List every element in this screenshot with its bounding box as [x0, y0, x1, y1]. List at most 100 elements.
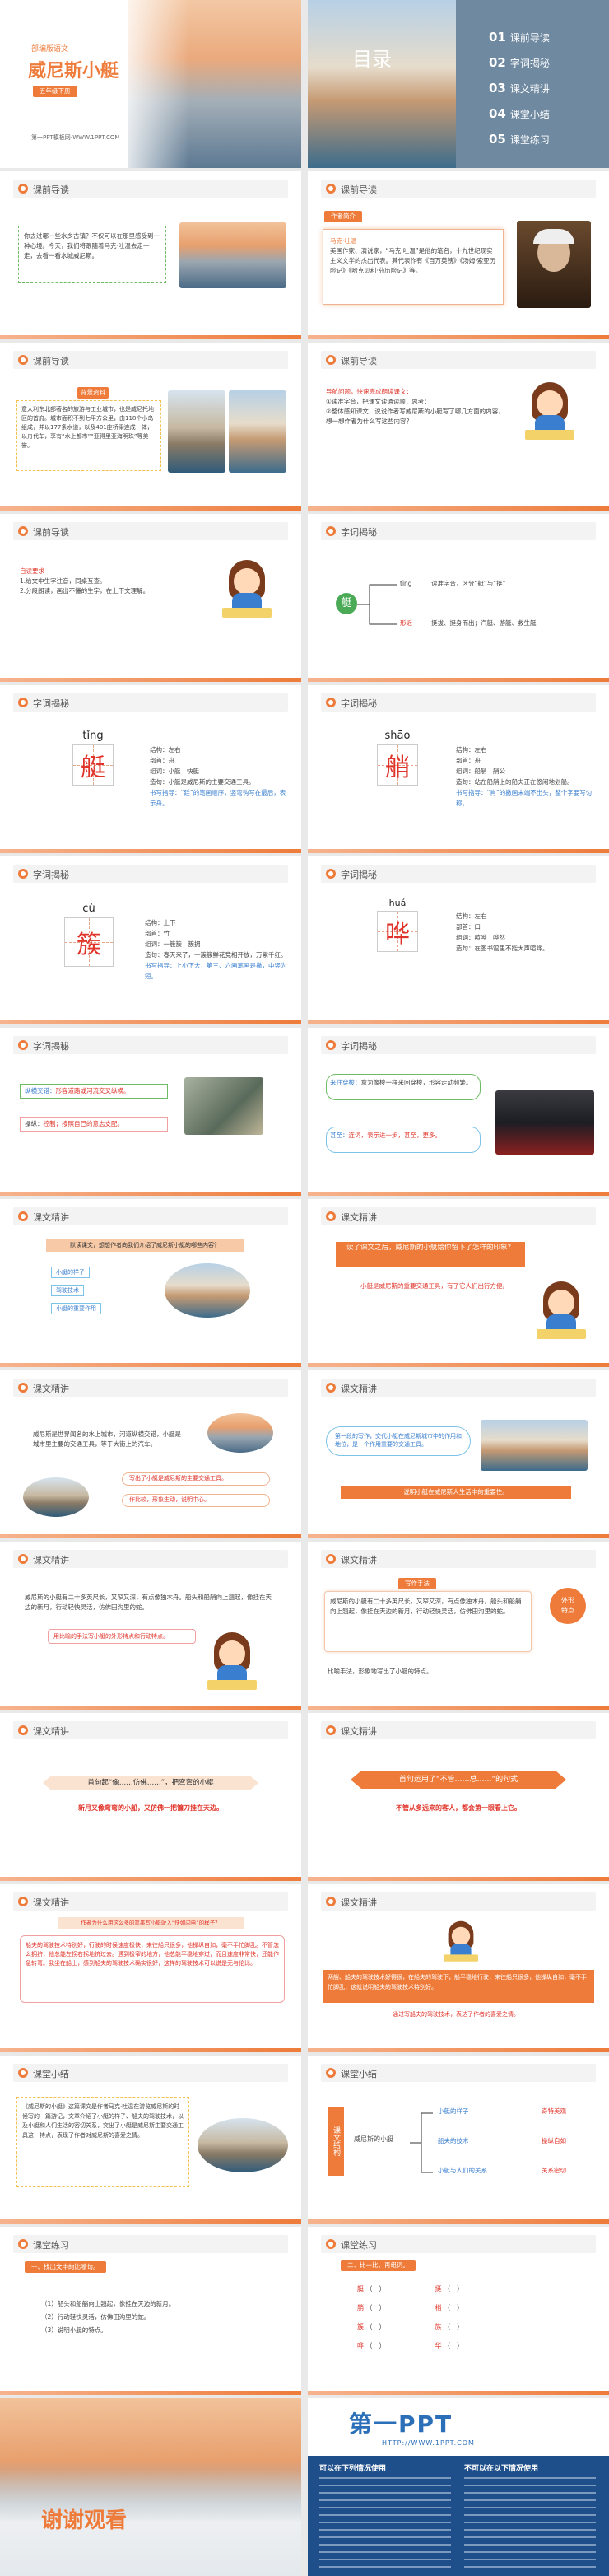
passage-box: 威尼斯的小艇有二十多英尺长，又窄又深，有点像独木舟。船头和船艄向上翘起，像挂在天… [324, 1591, 532, 1652]
slide-header: 课前导读 [321, 180, 596, 198]
circle-icon [326, 1040, 336, 1050]
cover-series: 部编版语文 [31, 45, 69, 54]
passage-bar: 两艘、船夫的驾驶技术好得很，在船夫的驾驶下，船平稳地行驶，来往船只很多，他操纵自… [323, 1970, 594, 2003]
slide-toc: 目录 01 课前导读 02 字词揭秘 03 课文精讲 04 课堂小结 05 课堂… [308, 0, 609, 168]
harbor-photo [481, 1420, 588, 1471]
toc-item[interactable]: 03 课文精讲 [489, 76, 550, 101]
forbidden-list [464, 2477, 596, 2568]
circle-icon [18, 1040, 28, 1050]
word-box-1: 来往穿梭：意为像梭一样来回穿梭，形容走动频繁。 [326, 1074, 481, 1100]
canal-oval-photo [23, 1477, 89, 1517]
pinyin: huá [388, 898, 407, 908]
venice-oval-photo [165, 1263, 250, 1318]
note-2: 作比较，形象生动，说明中心。 [122, 1494, 270, 1507]
guide-q2: ②整体感知课文，说说作者写威尼斯的小艇写了哪几方面的内容，想一想作者为什么写这些… [326, 408, 504, 425]
slide-prac-2: 课堂练习 二、比一比，再组词。 艇 （ ）挺 （ ） 艄 （ ）梢 （ ） 簇 … [308, 2227, 609, 2395]
circle-icon [326, 1725, 336, 1735]
method-tag: 写作手法 [398, 1578, 436, 1589]
toc-item[interactable]: 01 课前导读 [489, 25, 550, 50]
slide-words-1: 字词揭秘 艇 tǐng 读准字音，区分“艇”与“挺” 形近 挺拔、挺身而出；汽艇… [308, 514, 609, 682]
answer-1: 小艇的样子 [51, 1267, 90, 1278]
slide-header: 字词揭秘 [13, 693, 288, 712]
slide-header: 课堂小结 [13, 2064, 288, 2082]
slide-header: 课前导读 [13, 351, 288, 369]
bottom-desc: 挺拔、挺身而出；汽艇、游艇、救生艇 [431, 619, 537, 627]
circle-icon [326, 1554, 336, 1564]
author-tag: 作者简介 [324, 211, 362, 222]
summary-photo [198, 2118, 288, 2172]
aerial-photo [184, 1077, 263, 1135]
branch-3: 小艇与人们的关系 [438, 2167, 487, 2174]
slide-header: 课文精讲 [13, 1379, 288, 1397]
circle-icon [18, 1211, 28, 1221]
author-portrait [517, 221, 591, 308]
structure-bracket [410, 2112, 433, 2173]
pinyin: shāo [384, 730, 411, 742]
venice-photo [179, 222, 286, 288]
circle-icon [326, 1211, 336, 1221]
bottom-note: 比喻手法，形象地写出了小艇的特点。 [328, 1668, 433, 1675]
toc-item[interactable]: 02 字词揭秘 [489, 50, 550, 76]
note-1: 写出了小艇是威尼斯的主要交通工具。 [122, 1472, 270, 1486]
student-illustration [207, 1632, 257, 1692]
slide-text-5: 课文精讲 威尼斯的小艇有二十多英尺长，又窄又深，有点像独木舟。船头和船艄向上翘起… [0, 1542, 301, 1710]
bg-tag: 背景资料 [77, 387, 109, 399]
question-bar: 作者为什么用这么多的笔墨写小艇驶入“快如闪电”的样子？ [58, 1917, 244, 1929]
bracket-lines [357, 584, 397, 625]
slide-header: 课堂小结 [321, 2064, 596, 2082]
circle-icon [18, 1554, 28, 1564]
circle-icon [18, 1897, 28, 1906]
toc-photo [308, 0, 456, 168]
author-name: 马克·吐温 [330, 237, 357, 245]
circle-icon [326, 698, 336, 707]
circle-icon [18, 1383, 28, 1393]
question-bar: 读了课文之后，威尼斯的小艇给你留下了怎样的印象？ [336, 1242, 525, 1267]
exercise-tag: 一、找出文中的比喻句。 [25, 2261, 106, 2273]
slide-header: 课前导读 [13, 522, 288, 540]
circle-icon [18, 2068, 28, 2078]
toc-item[interactable]: 04 课堂小结 [489, 101, 550, 127]
slide-words-3: 字词揭秘 shāo 艄 结构：左右 部首：舟 组词：船艄 艄公 造句：站在船艄上的船夫… [308, 685, 609, 853]
cover-site: 第一PPT模板网-WWW.1PPT.COM [31, 134, 120, 141]
exercise-line: （3）说明小艇的特点。 [41, 2326, 107, 2334]
word-box-2: 操纵：控制；按照自己的意志支配。 [20, 1117, 168, 1132]
slide-header: 课文精讲 [13, 1721, 288, 1739]
thanks-text: 谢谢观看 [41, 2508, 128, 2533]
brand-logo: 第一PPT [349, 2410, 453, 2438]
slide-sum-2: 课堂小结 课文结构 威尼斯的小艇 小艇的样子 船夫的技术 小艇与人们的关系 奇特… [308, 2056, 609, 2224]
cover-title: 威尼斯小艇 [28, 61, 119, 82]
slide-text-9: 课文精讲 作者为什么用这么多的笔墨写小艇驶入“快如闪电”的样子？ 船夫的驾驶技术… [0, 1884, 301, 2052]
slide-header: 字词揭秘 [321, 865, 596, 883]
city-photo [168, 390, 225, 473]
slide-header: 课前导读 [321, 351, 596, 369]
result-3: 关系密切 [542, 2167, 566, 2174]
circle-icon [326, 2239, 336, 2249]
top-desc: 读准字音，区分“艇”与“挺” [431, 580, 506, 587]
table-row: 哗 （ ）华 （ ） [357, 2342, 464, 2350]
slide-header: 课文精讲 [13, 1892, 288, 1911]
guide-title: 导航问题，快速完成朗读课文： [326, 388, 412, 395]
self-read-q2: 2.分段朗读，画出不懂的生字，在上下文理解。 [20, 587, 150, 595]
circle-icon [18, 698, 28, 707]
self-read-box: 自读要求 1.给文中生字注音，同桌互查。 2.分段朗读，画出不懂的生字，在上下文… [20, 567, 184, 596]
circle-icon [18, 869, 28, 879]
guide-q1: ①读准字音，把课文读通读顺，思考： [326, 398, 430, 405]
toc-item[interactable]: 05 课堂练习 [489, 127, 550, 152]
student-illustration [222, 560, 272, 619]
passage-text: 威尼斯的小艇有二十多英尺长，又窄又深，有点像独木舟。船头和船艄向上翘起，像挂在天… [25, 1594, 272, 1611]
compare-table: 艇 （ ）挺 （ ） 艄 （ ）梢 （ ） 簇 （ ）族 （ ） 哗 （ ）华 … [357, 2280, 571, 2355]
circle-icon [326, 526, 336, 536]
structure-center: 威尼斯的小艇 [354, 2135, 393, 2143]
slide-header: 课堂练习 [321, 2235, 596, 2253]
circle-icon [18, 355, 28, 365]
bottom-label: 形近 [400, 619, 412, 627]
slide-header: 课文精讲 [321, 1379, 596, 1397]
slide-words-5: 字词揭秘 huá 哗 结构：左右 部首：口 组词：喧哗 哗然 造句：在图书馆里不能大声… [308, 856, 609, 1024]
slide-words-4: 字词揭秘 cù 簇 结构：上下 部首：竹 组词：一簇簇 簇拥 造句：春天来了，一簇簇鲜… [0, 856, 301, 1024]
word-box-2: 甚至：连词，表示进一步，甚至，更多。 [326, 1127, 481, 1153]
allowed-list [319, 2477, 451, 2568]
branch-1: 小艇的样子 [438, 2107, 469, 2115]
pinyin: cù [82, 903, 95, 915]
circle-icon [18, 2239, 28, 2249]
slide-text-3: 课文精讲 威尼斯是世界闻名的水上城市，河道纵横交错，小艇是城市里主要的交通工具，… [0, 1370, 301, 1538]
